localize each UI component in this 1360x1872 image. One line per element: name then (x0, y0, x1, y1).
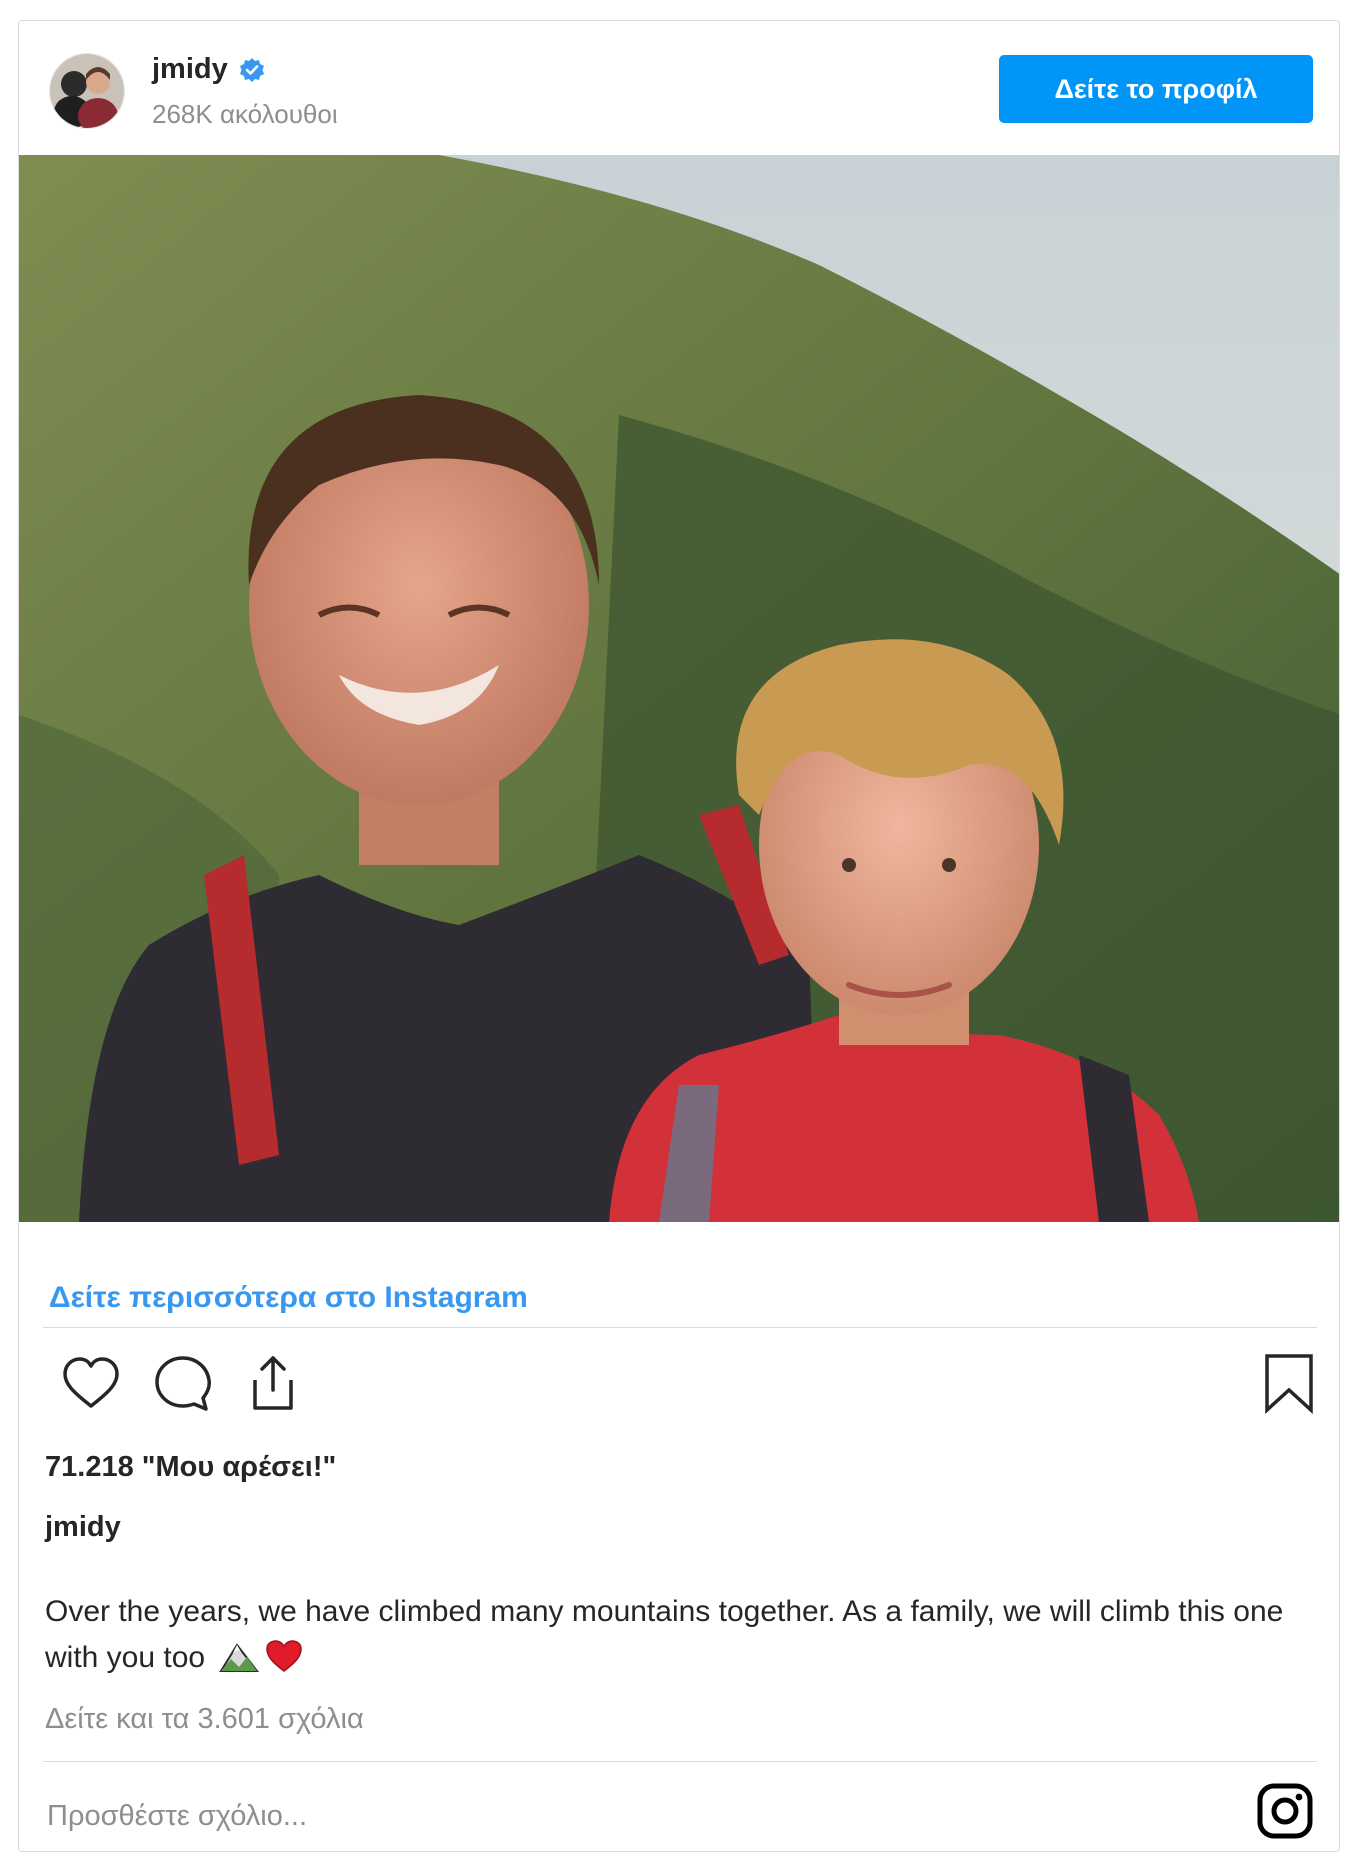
mountain-emoji-icon (219, 1641, 260, 1687)
see-more-on-instagram-link[interactable]: Δείτε περισσότερα στο Instagram (49, 1281, 528, 1315)
caption: Over the years, we have climbed many mou… (45, 1589, 1285, 1687)
view-profile-button[interactable]: Δείτε το προφίλ (999, 55, 1313, 123)
post-header: jmidy 268K ακόλουθοι Δείτε το προφίλ (19, 21, 1339, 155)
action-bar (41, 1352, 1321, 1432)
like-count[interactable]: 71.218 "Μου αρέσει!" (45, 1451, 336, 1484)
username[interactable]: jmidy (152, 53, 228, 86)
caption-username[interactable]: jmidy (45, 1511, 121, 1544)
follower-count: 268K ακόλουθοι (152, 99, 338, 129)
bookmark-icon[interactable] (1257, 1352, 1321, 1416)
divider (43, 1761, 1317, 1762)
heart-emoji-icon (265, 1639, 303, 1687)
divider (43, 1327, 1317, 1328)
comment-input[interactable] (45, 1799, 1189, 1834)
heart-icon[interactable] (59, 1352, 123, 1416)
post-image[interactable] (19, 155, 1339, 1222)
view-all-comments-link[interactable]: Δείτε και τα 3.601 σχόλια (45, 1703, 364, 1736)
username-row: jmidy (152, 53, 266, 86)
instagram-embed-card: jmidy 268K ακόλουθοι Δείτε το προφίλ Δεί… (18, 20, 1340, 1852)
verified-badge-icon (238, 56, 266, 84)
avatar[interactable] (49, 53, 125, 129)
comment-icon[interactable] (151, 1352, 215, 1416)
instagram-logo-icon[interactable] (1257, 1783, 1313, 1839)
share-icon[interactable] (241, 1352, 305, 1416)
